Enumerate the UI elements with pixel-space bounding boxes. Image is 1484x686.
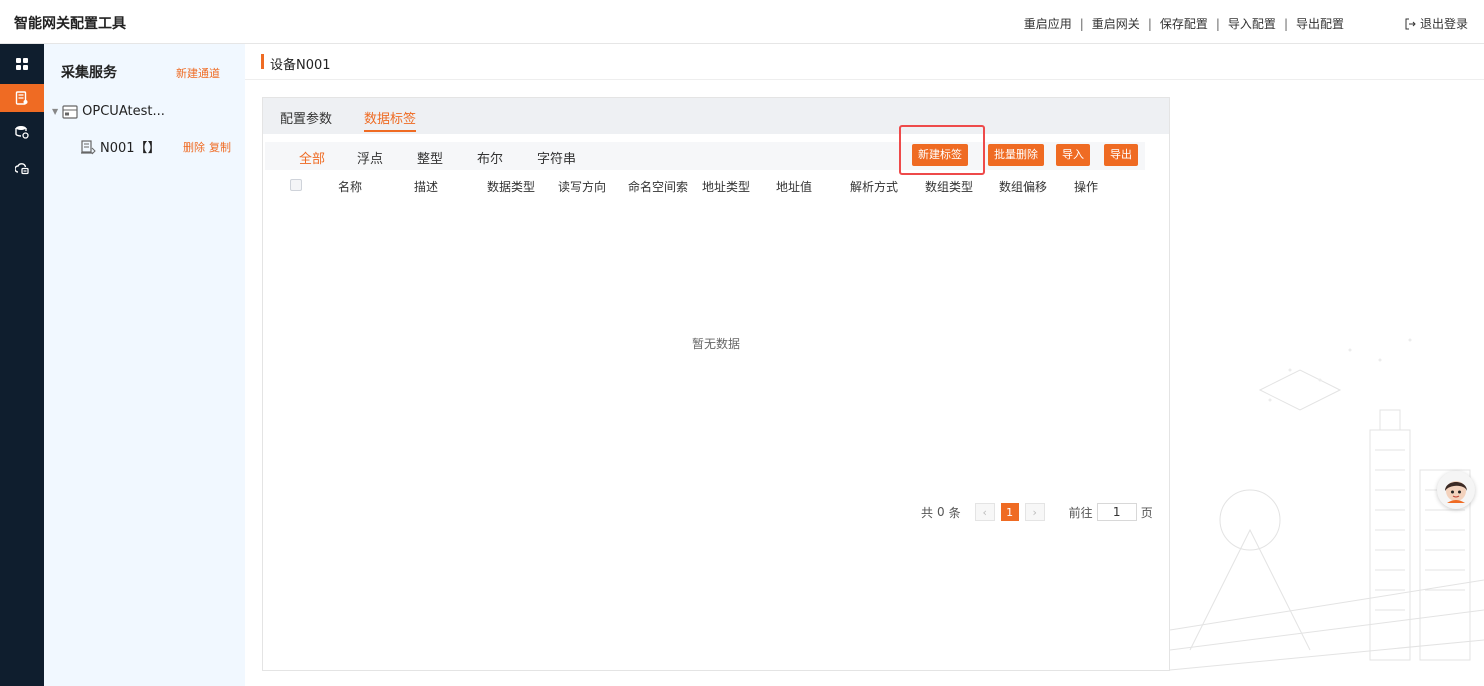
separator: |: [1215, 16, 1220, 31]
page-suffix: 页: [1140, 505, 1153, 520]
export-config-button[interactable]: 导出配置: [1296, 15, 1344, 32]
next-page-button[interactable]: ›: [1024, 503, 1045, 521]
import-button[interactable]: 导入: [1056, 144, 1090, 166]
column-header: 命名空间索: [628, 180, 689, 194]
column-header: 数据类型: [487, 180, 536, 194]
column-header: 描述: [414, 180, 439, 194]
column-header: 数组偏移: [999, 180, 1048, 194]
tree-title: 采集服务: [61, 65, 117, 81]
device-icon: [81, 139, 96, 154]
column-header: 读写方向: [558, 180, 607, 194]
card-tab-bar: 配置参数 数据标签: [263, 98, 1169, 134]
new-tag-button[interactable]: 新建标签: [912, 144, 968, 166]
column-header: 名称: [338, 180, 363, 194]
device-label: N001【】: [100, 141, 161, 156]
column-header: 地址类型: [702, 180, 751, 194]
prev-page-button[interactable]: ‹: [974, 503, 995, 521]
column-header: 数组类型: [925, 180, 974, 194]
total-prefix: 共: [921, 505, 934, 520]
device-list-icon: [15, 91, 28, 105]
city-sketch-image: [1170, 338, 1484, 671]
device-node-actions: 删除 复制: [183, 139, 231, 155]
restart-gateway-button[interactable]: 重启网关: [1092, 15, 1140, 32]
logout-label: 退出登录: [1419, 17, 1468, 31]
delete-device-button[interactable]: 删除: [183, 139, 205, 155]
batch-delete-button[interactable]: 批量删除: [988, 144, 1044, 166]
server-icon: [62, 104, 78, 119]
tree-node-device[interactable]: N001【】: [80, 137, 161, 156]
channel-label: OPCUAtest...: [82, 104, 165, 119]
assistant-icon: [1445, 481, 1467, 503]
chevron-right-icon: ›: [1032, 505, 1037, 519]
pagination: 共 0 条 ‹ 1 › 前往 页: [921, 503, 1153, 521]
data-service-nav[interactable]: [0, 118, 44, 146]
header-actions: 重启应用 | 重启网关 | 保存配置 | 导入配置 | 导出配置: [1024, 15, 1344, 32]
column-header: 地址值: [776, 180, 813, 194]
grid-icon: [16, 58, 28, 70]
total-count: 0: [937, 505, 945, 519]
new-channel-button[interactable]: 新建通道: [176, 65, 220, 81]
background-illustration: [1170, 230, 1484, 686]
page-title-bar: 设备N001: [245, 44, 1484, 80]
caret-down-icon[interactable]: ▼: [52, 107, 58, 116]
icon-rail: [0, 44, 44, 686]
cloud-nav[interactable]: [0, 154, 44, 182]
save-config-button[interactable]: 保存配置: [1160, 15, 1208, 32]
separator: |: [1283, 16, 1288, 31]
tab-data-tags[interactable]: 数据标签: [364, 108, 417, 132]
database-settings-icon: [15, 126, 29, 139]
copy-device-button[interactable]: 复制: [209, 139, 231, 155]
separator: |: [1079, 16, 1084, 31]
export-button[interactable]: 导出: [1104, 144, 1138, 166]
cloud-lock-icon: [15, 163, 29, 175]
filter-boolean[interactable]: 布尔: [477, 148, 503, 167]
filter-string[interactable]: 字符串: [537, 148, 576, 167]
column-header: 解析方式: [850, 180, 899, 194]
tree-panel: 采集服务 新建通道 ▼ OPCUAtest... N001【】 删除 复制: [44, 44, 245, 686]
separator: |: [1147, 16, 1152, 31]
device-config-nav[interactable]: [0, 84, 44, 112]
select-all-checkbox[interactable]: [290, 179, 302, 191]
dashboard-nav[interactable]: [0, 50, 44, 78]
table-header: 名称 描述 数据类型 读写方向 命名空间索 地址类型 地址值 解析方式 数组类型…: [263, 173, 1169, 199]
filter-float[interactable]: 浮点: [357, 148, 383, 167]
total-suffix: 条: [948, 505, 961, 520]
assistant-avatar[interactable]: [1437, 471, 1475, 509]
tab-config-params[interactable]: 配置参数: [280, 108, 332, 127]
app-title: 智能网关配置工具: [14, 16, 126, 32]
tree-node-channel[interactable]: ▼ OPCUAtest...: [52, 104, 165, 119]
restart-app-button[interactable]: 重启应用: [1024, 15, 1072, 32]
filter-integer[interactable]: 整型: [417, 148, 443, 167]
page-number-current[interactable]: 1: [1000, 503, 1019, 521]
title-accent: [261, 54, 264, 69]
filter-all[interactable]: 全部: [299, 148, 325, 167]
column-header: 操作: [1074, 180, 1099, 194]
import-config-button[interactable]: 导入配置: [1228, 15, 1276, 32]
tag-panel: 配置参数 数据标签 全部 浮点 整型 布尔 字符串 新建标签 批量删除 导入 导…: [262, 97, 1170, 671]
goto-label: 前往: [1068, 505, 1093, 520]
top-header: 智能网关配置工具 重启应用 | 重启网关 | 保存配置 | 导入配置 | 导出配…: [0, 0, 1484, 44]
logout-icon: [1405, 18, 1416, 29]
page-title: 设备N001: [270, 58, 331, 73]
chevron-left-icon: ‹: [982, 505, 987, 519]
logout-button[interactable]: 退出登录: [1404, 15, 1468, 32]
goto-page-input[interactable]: [1096, 503, 1137, 521]
empty-state: 暂无数据: [691, 337, 740, 351]
